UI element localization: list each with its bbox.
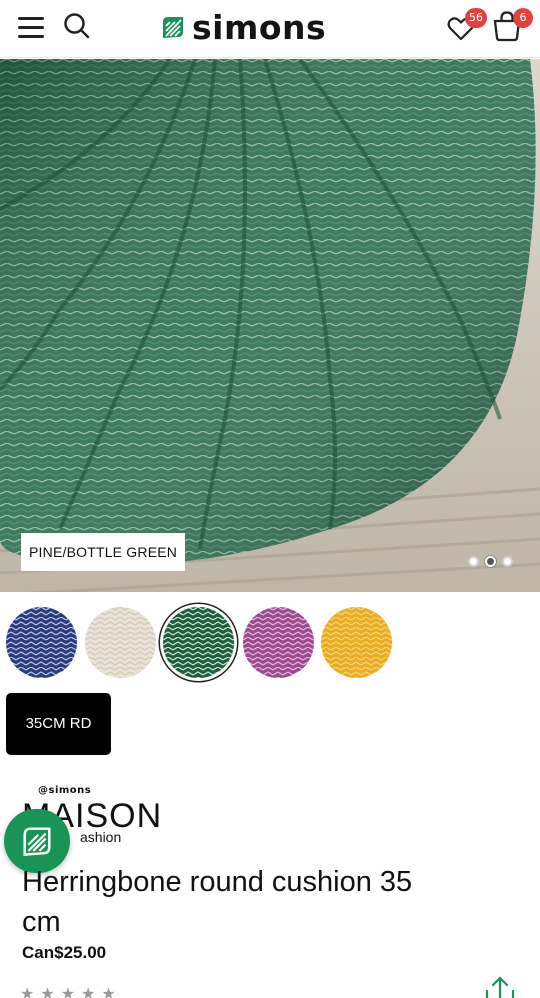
cart-count-badge: 6 — [513, 8, 533, 28]
carousel-dot-2[interactable] — [485, 556, 496, 567]
swatch-yellow[interactable] — [321, 607, 392, 678]
menu-icon[interactable] — [18, 14, 46, 40]
product-image[interactable]: PINE/BOTTLE GREEN — [0, 59, 540, 592]
product-price: Can$25.00 — [22, 943, 107, 962]
product-title: Herringbone round cushion 35 cm — [22, 866, 413, 938]
size-option-button[interactable]: 35CM RD — [6, 693, 111, 755]
cushion-photo — [0, 59, 540, 592]
brand-top-text: @simons — [38, 785, 92, 796]
share-icon[interactable] — [484, 976, 516, 998]
swatch-purple[interactable] — [243, 607, 314, 678]
swatch-green[interactable] — [163, 607, 234, 678]
top-header: simons 56 6 — [0, 0, 540, 58]
simons-logo[interactable]: simons — [160, 10, 326, 44]
rating-stars[interactable]: ★★★★★ — [20, 984, 122, 998]
search-icon[interactable] — [62, 11, 92, 41]
leaf-icon — [23, 827, 51, 856]
swatch-cream[interactable] — [85, 607, 156, 678]
carousel-dot-1[interactable] — [468, 556, 479, 567]
brand-sub-text: ashion — [80, 829, 122, 845]
logo-wordmark: simons — [192, 7, 327, 47]
leaf-logo-icon — [163, 17, 183, 38]
carousel-dots — [468, 556, 513, 567]
favorites-count-badge: 56 — [465, 8, 487, 28]
swatch-navy[interactable] — [6, 607, 77, 678]
color-name-tag: PINE/BOTTLE GREEN — [21, 533, 186, 571]
carousel-dot-3[interactable] — [502, 556, 513, 567]
